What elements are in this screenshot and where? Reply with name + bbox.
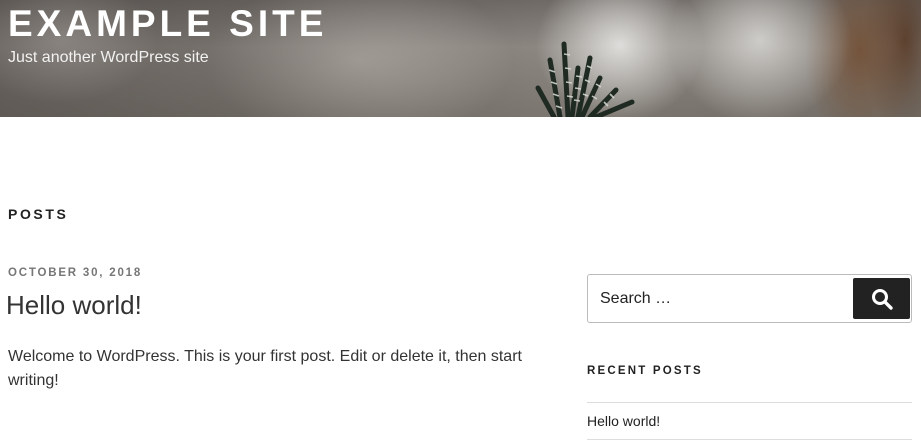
recent-posts-list: Hello world! xyxy=(587,402,912,440)
recent-posts-title: RECENT POSTS xyxy=(587,365,703,377)
site-header: EXAMPLE SITE Just another WordPress site xyxy=(0,0,921,117)
search-button[interactable] xyxy=(853,278,910,319)
site-title[interactable]: EXAMPLE SITE xyxy=(8,2,327,46)
list-item: Hello world! xyxy=(587,402,912,440)
post-title[interactable]: Hello world! xyxy=(6,288,142,322)
plant-icon xyxy=(535,41,635,117)
search-input[interactable] xyxy=(589,276,851,321)
search-form xyxy=(587,274,912,323)
post-excerpt: Welcome to WordPress. This is your first… xyxy=(8,348,522,389)
page-title: POSTS xyxy=(8,206,69,222)
site-description: Just another WordPress site xyxy=(8,49,209,66)
post-date[interactable]: OCTOBER 30, 2018 xyxy=(8,267,142,279)
search-icon xyxy=(871,288,893,310)
recent-post-link[interactable]: Hello world! xyxy=(587,413,660,429)
